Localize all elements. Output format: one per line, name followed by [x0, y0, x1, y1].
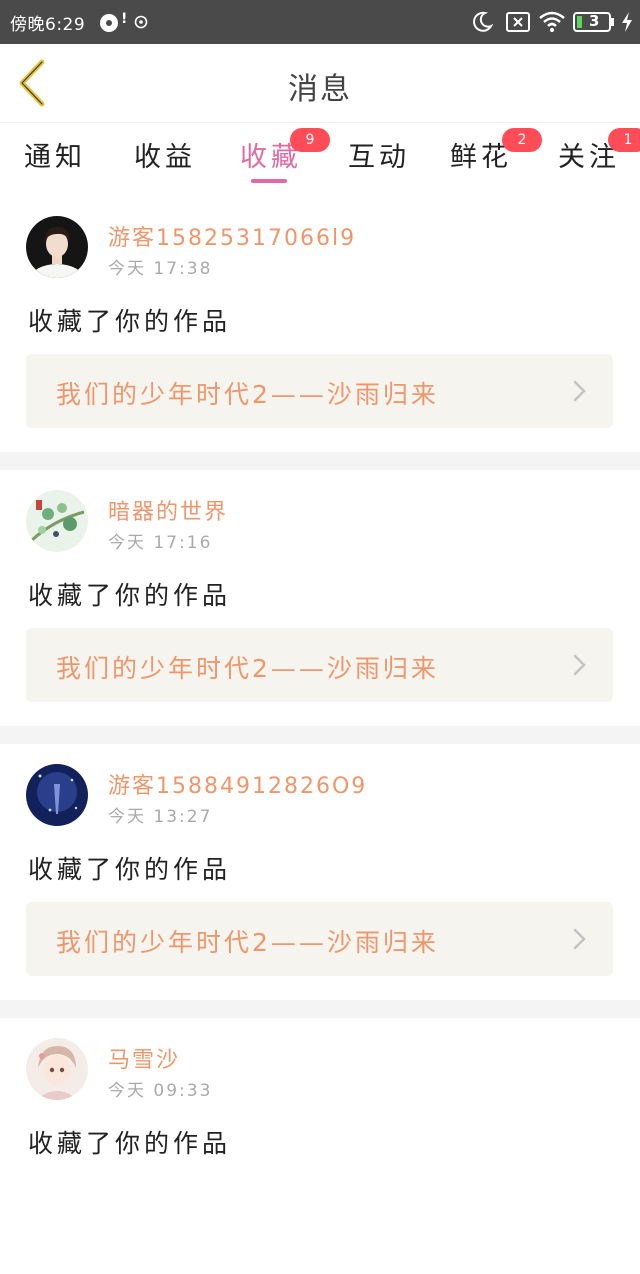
- tab-label: 鲜花: [450, 142, 512, 173]
- avatar[interactable]: [26, 764, 88, 826]
- action-text: 收藏了你的作品: [28, 1129, 232, 1158]
- chevron-right-icon: [573, 928, 586, 950]
- tab-follows[interactable]: 关注 1: [558, 128, 640, 174]
- do-not-disturb-moon-icon: [470, 10, 494, 38]
- work-title: 我们的少年时代2——沙雨归来: [56, 928, 439, 957]
- work-link[interactable]: 我们的少年时代2——沙雨归来: [26, 902, 613, 976]
- wifi-icon: [538, 10, 566, 36]
- message-list: 游客15825317066l9 今天 17:38 收藏了你的作品 我们的少年时代…: [0, 196, 640, 1274]
- tab-badge: 2: [502, 128, 542, 152]
- work-link[interactable]: 我们的少年时代2——沙雨归来: [26, 628, 613, 702]
- music-notification-icon: [98, 12, 120, 38]
- username[interactable]: 游客15884912826O9: [108, 768, 367, 800]
- tab-badge: 9: [290, 128, 330, 152]
- message-item: 游客15884912826O9 今天 13:27 收藏了你的作品 我们的少年时代…: [0, 744, 640, 1000]
- divider: [0, 452, 640, 470]
- tab-notifications[interactable]: 通知: [24, 135, 86, 174]
- tab-bar: 通知 收益 收藏 9 互动 鲜花 2 关注 1: [0, 122, 640, 197]
- work-title: 我们的少年时代2——沙雨归来: [56, 654, 439, 683]
- username[interactable]: 游客15825317066l9: [108, 220, 356, 252]
- tab-favorites[interactable]: 收藏 9: [240, 128, 330, 174]
- sync-icon: [134, 14, 148, 33]
- avatar[interactable]: [26, 216, 88, 278]
- tab-interactions[interactable]: 互动: [348, 135, 410, 174]
- avatar[interactable]: [26, 490, 88, 552]
- username[interactable]: 暗器的世界: [108, 494, 228, 526]
- work-title: 我们的少年时代2——沙雨归来: [56, 380, 439, 409]
- timestamp: 今天 09:33: [108, 1081, 213, 1101]
- active-tab-indicator: [251, 179, 287, 183]
- message-item: 游客15825317066l9 今天 17:38 收藏了你的作品 我们的少年时代…: [0, 196, 640, 452]
- action-text: 收藏了你的作品: [28, 307, 232, 336]
- tab-label: 通知: [24, 142, 86, 173]
- alert-indicator: !: [121, 11, 128, 27]
- chevron-right-icon: [573, 380, 586, 402]
- no-sim-icon: [506, 12, 530, 36]
- status-bar: 傍晚6:29 ! 3: [0, 0, 640, 44]
- timestamp: 今天 13:27: [108, 807, 213, 827]
- chevron-right-icon: [573, 654, 586, 676]
- message-item: 马雪沙 今天 09:33 收藏了你的作品: [0, 1018, 640, 1274]
- timestamp: 今天 17:16: [108, 533, 213, 553]
- divider: [0, 726, 640, 744]
- tab-label: 互动: [348, 142, 410, 173]
- message-item: 暗器的世界 今天 17:16 收藏了你的作品 我们的少年时代2——沙雨归来: [0, 470, 640, 726]
- status-time: 傍晚6:29: [10, 15, 86, 35]
- battery-level: 3: [589, 12, 600, 30]
- nav-bar: 消息: [0, 44, 640, 122]
- charging-bolt-icon: [620, 12, 634, 36]
- timestamp: 今天 17:38: [108, 259, 213, 279]
- tab-earnings[interactable]: 收益: [134, 135, 196, 174]
- page-title: 消息: [288, 72, 352, 107]
- action-text: 收藏了你的作品: [28, 581, 232, 610]
- username[interactable]: 马雪沙: [108, 1042, 180, 1074]
- work-link[interactable]: 我们的少年时代2——沙雨归来: [26, 354, 613, 428]
- tab-badge: 1: [608, 128, 640, 152]
- action-text: 收藏了你的作品: [28, 855, 232, 884]
- avatar[interactable]: [26, 1038, 88, 1100]
- tab-flowers[interactable]: 鲜花 2: [450, 128, 542, 174]
- divider: [0, 1000, 640, 1018]
- tab-label: 收益: [134, 142, 196, 173]
